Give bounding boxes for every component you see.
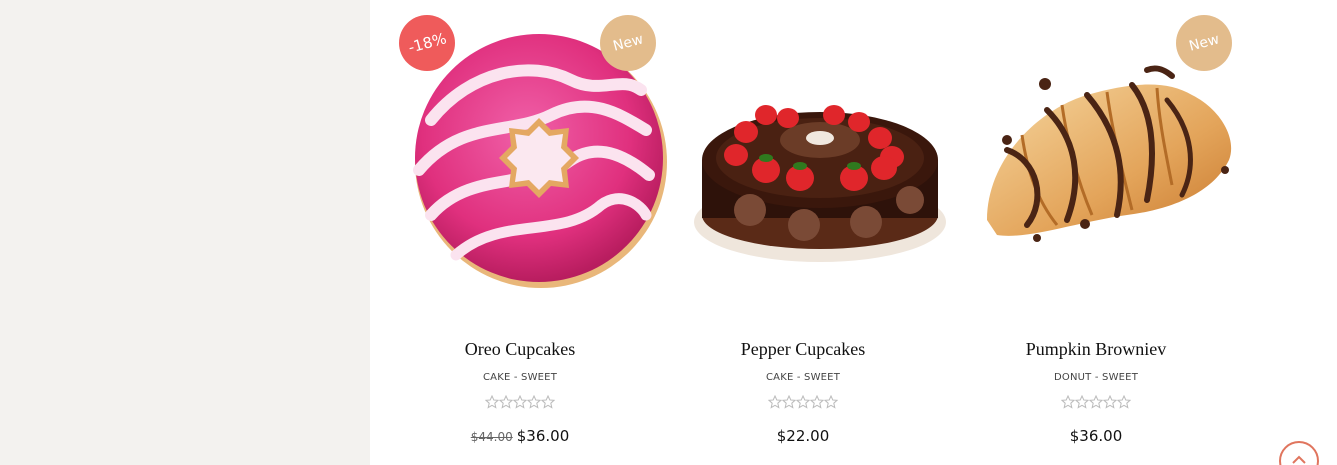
star-outline-icon	[513, 395, 527, 409]
product-price: $22.00	[674, 427, 932, 445]
rating-stars	[674, 395, 932, 409]
product-title[interactable]: Oreo Cupcakes	[391, 339, 649, 360]
star-outline-icon	[1089, 395, 1103, 409]
star-outline-icon	[796, 395, 810, 409]
product-price: $44.00 $36.00	[391, 427, 649, 445]
sale-badge: -18%	[398, 14, 456, 72]
star-outline-icon	[527, 395, 541, 409]
chevron-up-icon	[1292, 455, 1306, 464]
product-grid: -18% New Oreo Cupcakes CAKE - SWEET $44.…	[370, 0, 1270, 465]
product-card[interactable]: Pepper Cupcakes CAKE - SWEET $22.00	[674, 0, 966, 465]
star-outline-icon	[1117, 395, 1131, 409]
product-categories[interactable]: CAKE - SWEET	[674, 372, 932, 383]
star-outline-icon	[541, 395, 555, 409]
star-outline-icon	[499, 395, 513, 409]
star-outline-icon	[485, 395, 499, 409]
current-price: $36.00	[1069, 427, 1123, 445]
product-title[interactable]: Pepper Cupcakes	[674, 339, 932, 360]
rating-stars	[967, 395, 1225, 409]
new-badge: New	[1175, 14, 1233, 72]
old-price: $44.00	[470, 430, 513, 444]
product-image[interactable]: New	[967, 0, 1259, 310]
star-outline-icon	[768, 395, 782, 409]
rating-stars	[391, 395, 649, 409]
product-price: $36.00	[967, 427, 1225, 445]
chocolate-strawberry-cake-image	[694, 105, 946, 262]
star-outline-icon	[1061, 395, 1075, 409]
product-image[interactable]	[674, 0, 966, 310]
star-outline-icon	[810, 395, 824, 409]
star-outline-icon	[1103, 395, 1117, 409]
star-outline-icon	[1075, 395, 1089, 409]
star-outline-icon	[782, 395, 796, 409]
product-card[interactable]: -18% New Oreo Cupcakes CAKE - SWEET $44.…	[391, 0, 683, 465]
star-outline-icon	[824, 395, 838, 409]
product-categories[interactable]: DONUT - SWEET	[967, 372, 1225, 383]
current-price: $22.00	[776, 427, 830, 445]
left-panel	[0, 0, 370, 465]
current-price: $36.00	[516, 427, 570, 445]
scroll-to-top-button[interactable]	[1279, 441, 1319, 465]
product-categories[interactable]: CAKE - SWEET	[391, 372, 649, 383]
product-image[interactable]: -18% New	[391, 0, 683, 310]
new-badge: New	[599, 14, 657, 72]
product-title[interactable]: Pumpkin Browniev	[967, 339, 1225, 360]
product-card[interactable]: New Pumpkin Browniev DONUT - SWEET $36.0…	[967, 0, 1259, 465]
